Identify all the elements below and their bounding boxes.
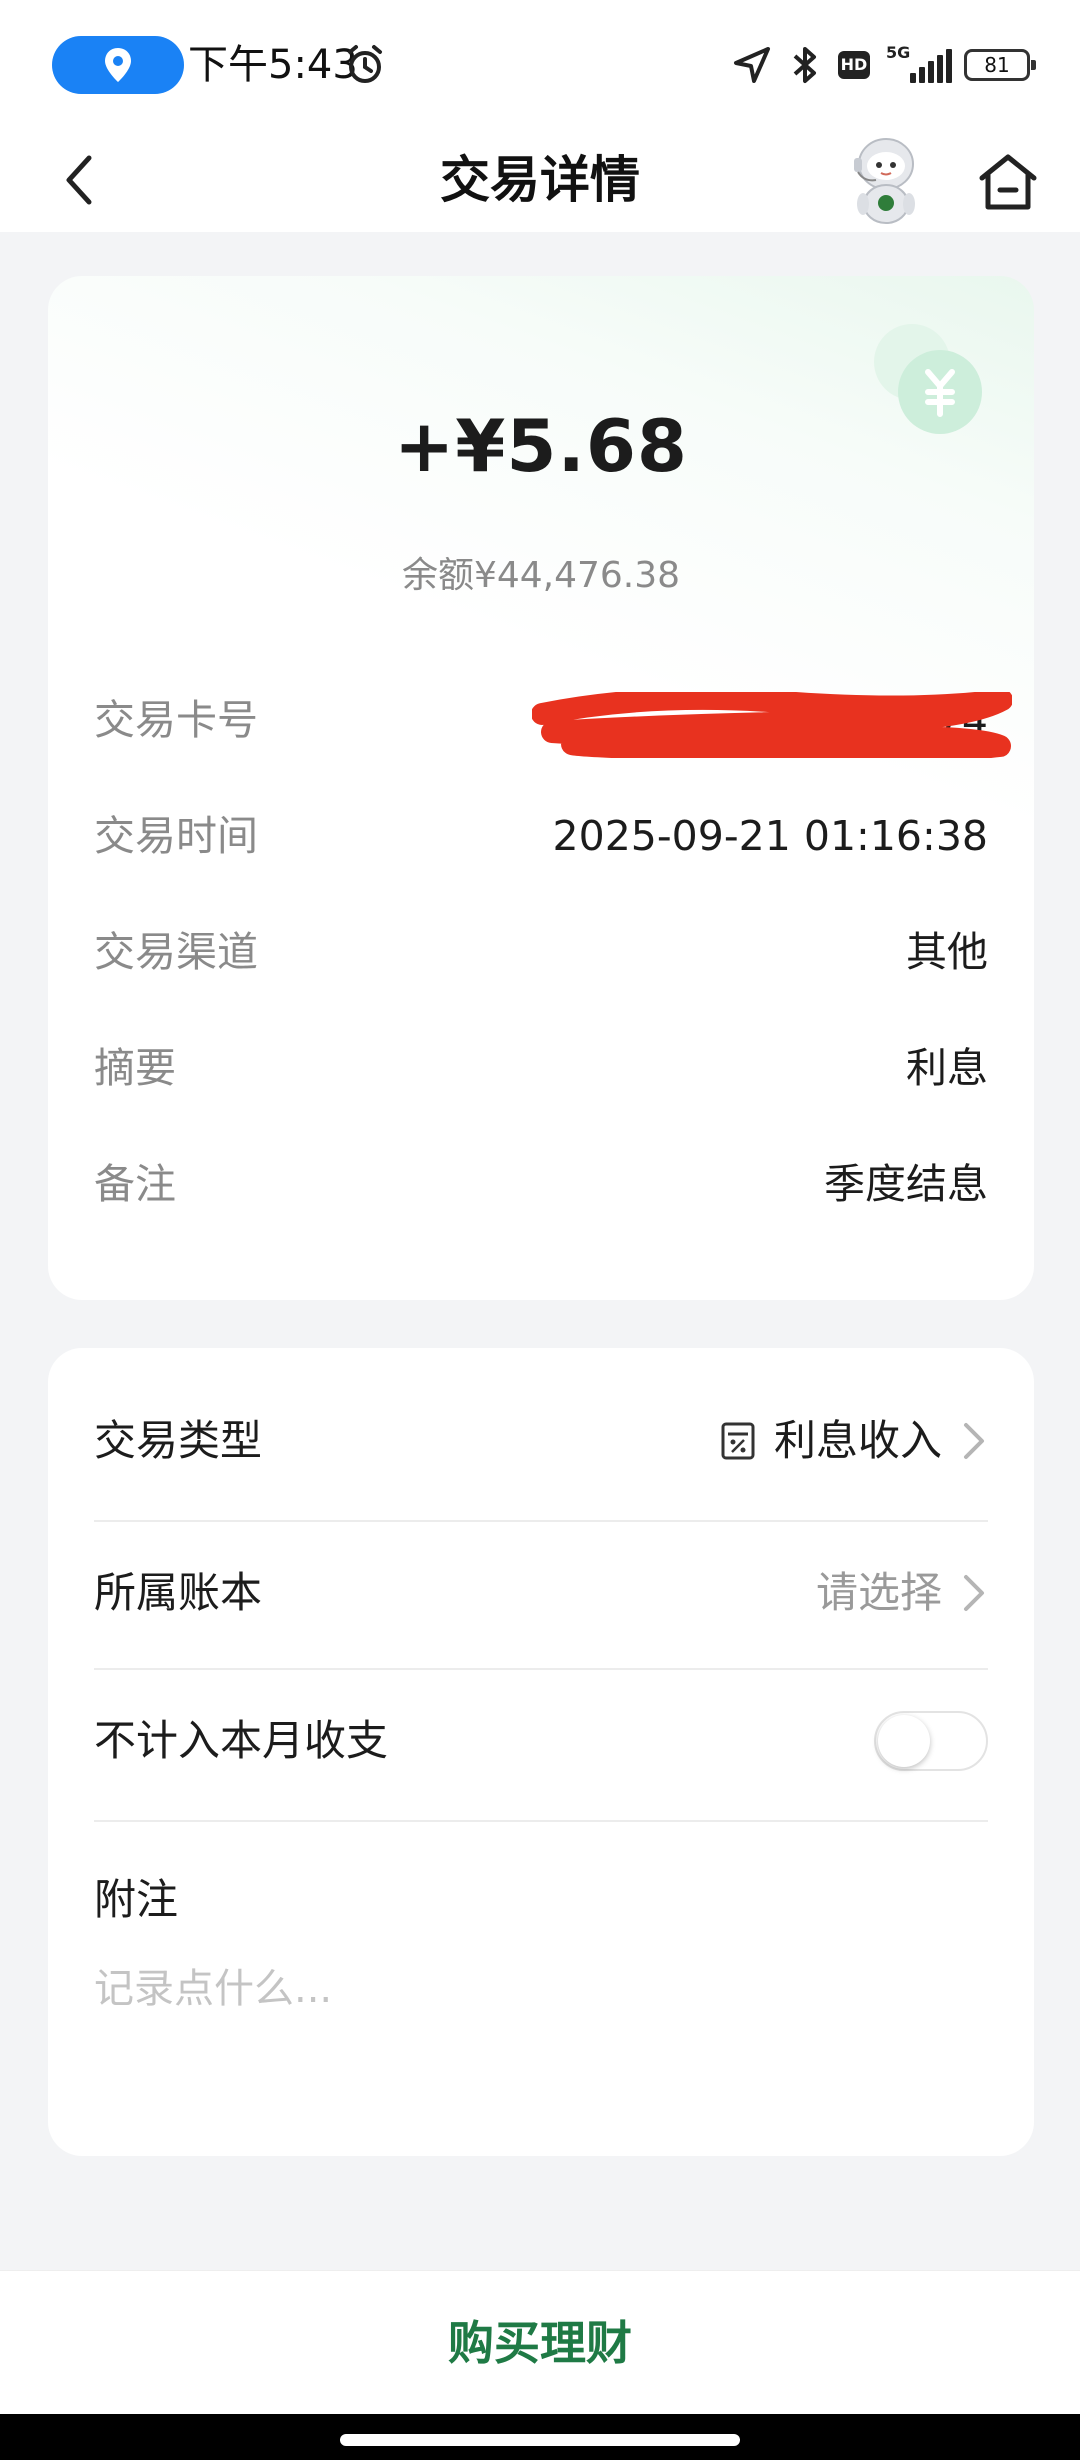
account-balance: 余额¥44,476.38 <box>401 555 681 596</box>
detail-row-remark: 备注 季度结息 <box>94 1154 988 1214</box>
nav-bar: 交易详情 <box>0 128 1080 232</box>
account-book-label: 所属账本 <box>94 1568 263 1617</box>
transaction-type-value: 利息收入 <box>773 1416 942 1465</box>
detail-value: 其他 <box>906 928 988 976</box>
status-bar: 下午5:43 HD 5G 81 <box>0 0 1080 128</box>
toggle-knob <box>878 1715 930 1767</box>
detail-row-summary: 摘要 利息 <box>94 1038 988 1098</box>
gesture-area <box>0 2414 1080 2460</box>
transaction-detail-card: +¥5.68 余额¥44,476.38 交易卡号 7874 交易时间 2025-… <box>48 276 1034 1300</box>
detail-value: 季度结息 <box>824 1160 988 1208</box>
detail-label: 交易卡号 <box>94 696 258 744</box>
detail-label: 摘要 <box>94 1044 176 1092</box>
status-time: 下午5:43 <box>188 42 358 88</box>
detail-label: 交易渠道 <box>94 928 258 976</box>
bottom-bar: 购买理财 <box>0 2270 1080 2414</box>
hd-badge: HD <box>838 51 870 79</box>
account-book-row[interactable]: 所属账本 请选择 <box>94 1548 988 1638</box>
network-type: 5G <box>886 43 911 62</box>
redaction-scribble <box>532 692 1012 758</box>
transaction-type-label: 交易类型 <box>94 1416 263 1465</box>
calculator-percent-icon <box>721 1422 755 1460</box>
exclude-monthly-toggle[interactable] <box>874 1711 988 1771</box>
exclude-monthly-label: 不计入本月收支 <box>94 1716 389 1765</box>
divider <box>94 1520 988 1522</box>
home-button[interactable] <box>968 142 1048 222</box>
detail-value: 利息 <box>906 1044 988 1092</box>
note-input[interactable] <box>94 1954 974 2024</box>
buy-wealth-button[interactable]: 购买理财 <box>0 2271 1080 2415</box>
divider <box>94 1820 988 1822</box>
chevron-left-icon <box>66 155 92 205</box>
home-icon <box>979 154 1037 210</box>
location-indicator <box>52 36 184 94</box>
detail-value: 2025-09-21 01:16:38 <box>552 812 988 860</box>
detail-row-time: 交易时间 2025-09-21 01:16:38 <box>94 806 988 866</box>
detail-row-channel: 交易渠道 其他 <box>94 922 988 982</box>
alarm-icon <box>348 45 382 83</box>
location-pin-icon <box>105 48 131 82</box>
chevron-right-icon <box>964 1423 984 1459</box>
bluetooth-icon <box>793 47 816 83</box>
exclude-monthly-row: 不计入本月收支 <box>94 1696 988 1786</box>
detail-label: 交易时间 <box>94 812 258 860</box>
note-label: 附注 <box>94 1875 179 1924</box>
classification-card: 交易类型 利息收入 所属账本 请选择 不计入本月收支 附注 记录点什么... <box>48 1348 1034 2156</box>
back-button[interactable] <box>44 142 114 218</box>
account-book-value: 请选择 <box>815 1568 942 1617</box>
assistant-robot-icon[interactable] <box>836 128 936 228</box>
cellular-signal-icon: 5G <box>886 43 952 87</box>
divider <box>94 1668 988 1670</box>
transaction-amount: +¥5.68 <box>393 404 689 488</box>
battery-indicator: 81 <box>964 49 1036 81</box>
chevron-right-icon <box>964 1575 984 1611</box>
transaction-type-row[interactable]: 交易类型 利息收入 <box>94 1396 988 1486</box>
home-indicator[interactable] <box>340 2434 740 2446</box>
detail-label: 备注 <box>94 1160 176 1208</box>
navigation-arrow-icon <box>734 47 770 83</box>
